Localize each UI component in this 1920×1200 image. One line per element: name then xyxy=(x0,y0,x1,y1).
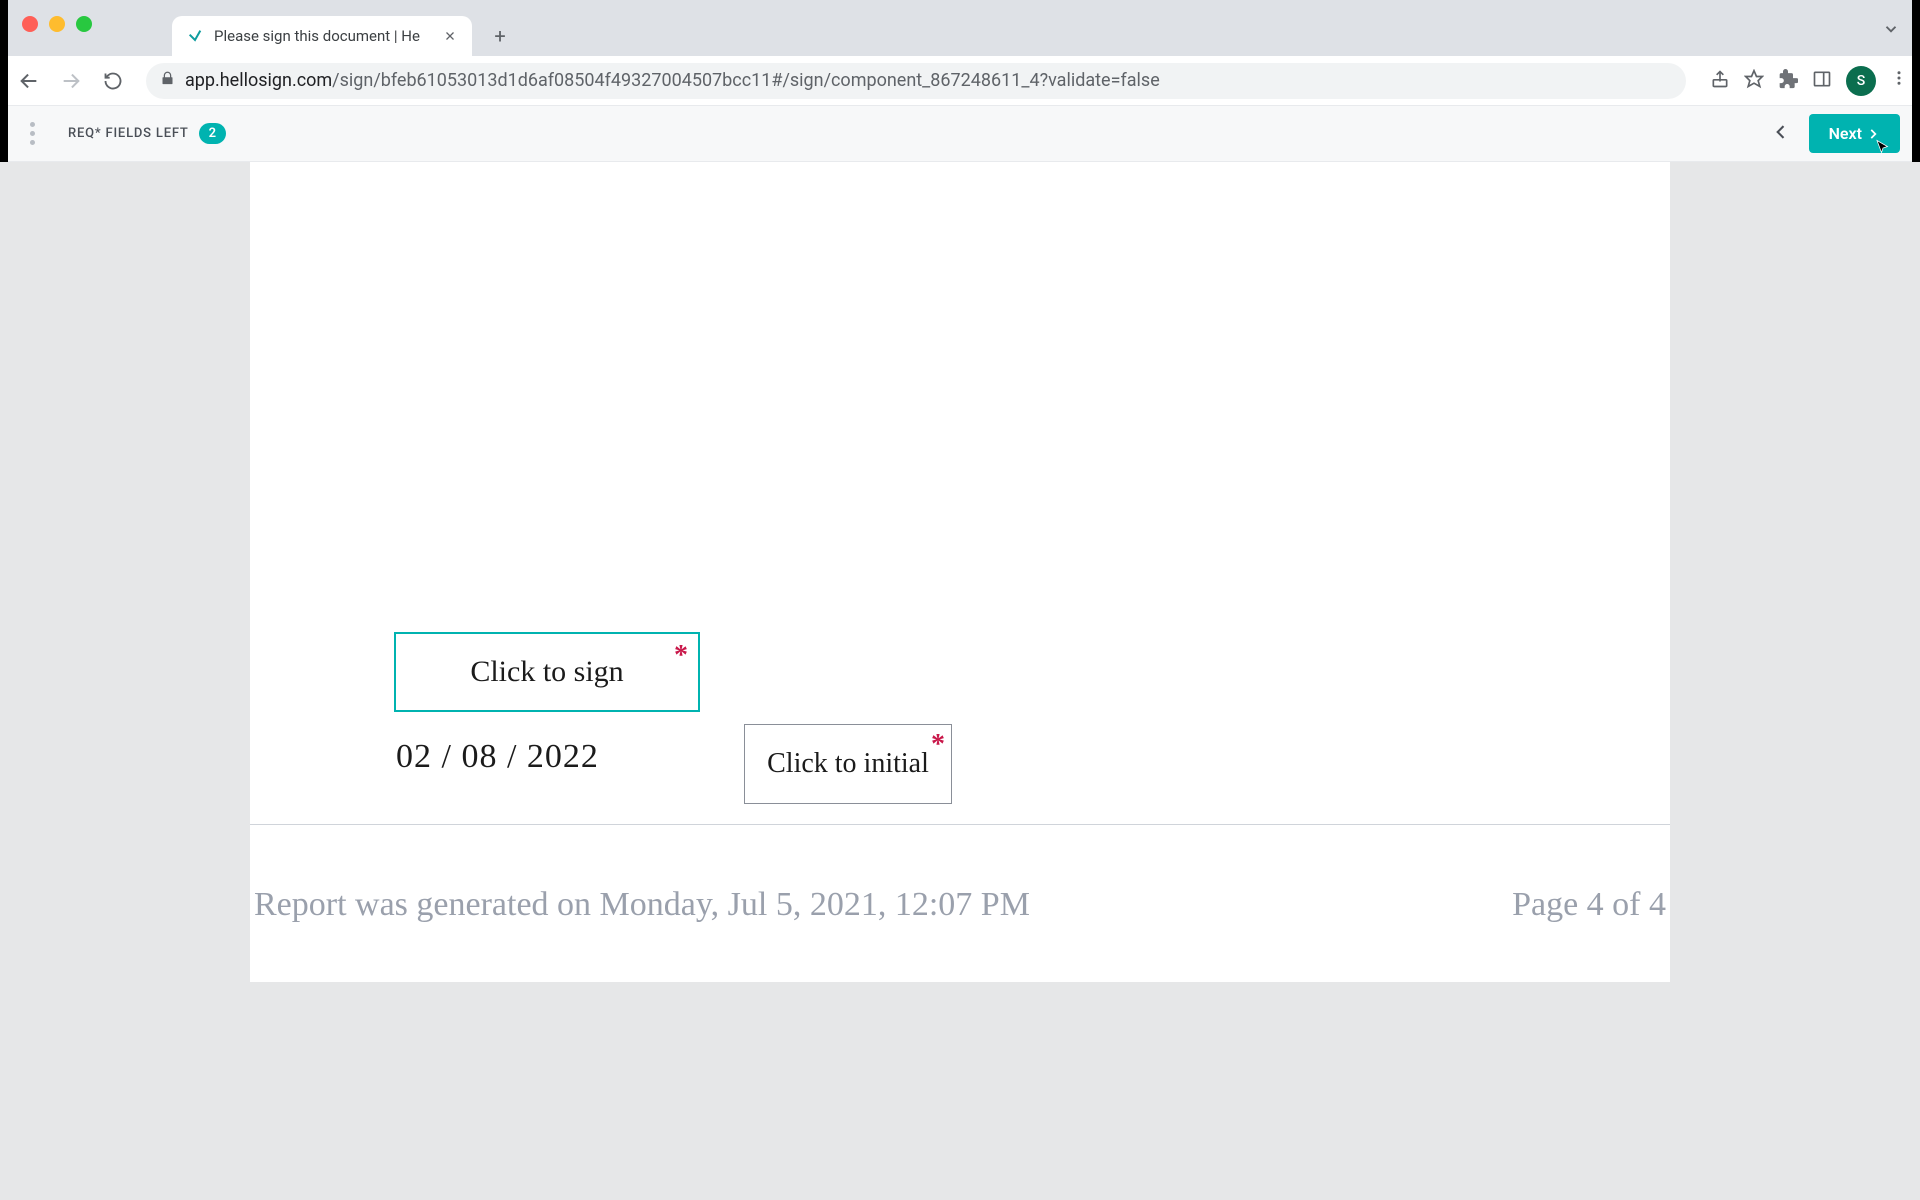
address-bar[interactable]: app.hellosign.com/sign/bfeb61053013d1d6a… xyxy=(146,63,1686,99)
date-field-value: 02 / 08 / 2022 xyxy=(396,738,599,776)
tab-close-button[interactable] xyxy=(442,28,458,44)
browser-tab[interactable]: Please sign this document | He xyxy=(172,16,472,56)
window-maximize-button[interactable] xyxy=(76,16,92,32)
initials-field-label: Click to initial xyxy=(767,748,929,780)
page-number-text: Page 4 of 4 xyxy=(1512,886,1666,924)
share-icon[interactable] xyxy=(1710,69,1730,93)
app-header: REQ* FIELDS LEFT 2 Next xyxy=(0,106,1920,162)
browser-tabstrip: Please sign this document | He + xyxy=(0,0,1920,56)
window-controls xyxy=(22,16,92,32)
url-domain: app.hellosign.com xyxy=(185,70,332,91)
dot-icon xyxy=(30,122,35,127)
url-path: /sign/bfeb61053013d1d6af08504f4932700450… xyxy=(332,70,1160,91)
toolbar-actions: S xyxy=(1710,66,1908,96)
avatar-initial: S xyxy=(1857,73,1865,89)
dot-icon xyxy=(30,131,35,136)
window-close-button[interactable] xyxy=(22,16,38,32)
signature-field-label: Click to sign xyxy=(470,655,623,689)
tabs-dropdown-button[interactable] xyxy=(1882,20,1900,42)
browser-toolbar: app.hellosign.com/sign/bfeb61053013d1d6a… xyxy=(0,56,1920,106)
bookmark-star-icon[interactable] xyxy=(1744,69,1764,93)
document-page: Click to sign * 02 / 08 / 2022 Click to … xyxy=(250,162,1670,982)
dot-icon xyxy=(30,140,35,145)
required-asterisk-icon: * xyxy=(674,640,688,672)
extensions-icon[interactable] xyxy=(1778,69,1798,93)
next-button[interactable]: Next xyxy=(1809,114,1900,153)
hellosign-favicon-icon xyxy=(186,27,204,45)
browser-menu-button[interactable] xyxy=(1890,69,1908,92)
required-fields-count-badge: 2 xyxy=(199,123,226,144)
new-tab-button[interactable]: + xyxy=(484,20,516,52)
app-menu-button[interactable] xyxy=(20,122,44,145)
url-text: app.hellosign.com/sign/bfeb61053013d1d6a… xyxy=(185,70,1160,91)
forward-button[interactable] xyxy=(54,64,88,98)
required-fields-label: REQ* FIELDS LEFT xyxy=(68,126,189,141)
footer-divider xyxy=(250,824,1670,825)
previous-field-button[interactable] xyxy=(1771,122,1791,146)
signature-field[interactable]: Click to sign * xyxy=(394,632,700,712)
next-button-label: Next xyxy=(1829,124,1862,143)
profile-avatar[interactable]: S xyxy=(1846,66,1876,96)
required-asterisk-icon: * xyxy=(931,729,945,761)
lock-icon xyxy=(160,71,175,90)
back-button[interactable] xyxy=(12,64,46,98)
reload-button[interactable] xyxy=(96,64,130,98)
sidepanel-icon[interactable] xyxy=(1812,69,1832,93)
window-minimize-button[interactable] xyxy=(49,16,65,32)
tab-title: Please sign this document | He xyxy=(214,27,432,45)
initials-field[interactable]: Click to initial * xyxy=(744,724,952,804)
report-generated-text: Report was generated on Monday, Jul 5, 2… xyxy=(254,886,1030,924)
mouse-cursor-icon xyxy=(1874,139,1892,161)
document-viewport[interactable]: Click to sign * 02 / 08 / 2022 Click to … xyxy=(0,162,1920,1200)
